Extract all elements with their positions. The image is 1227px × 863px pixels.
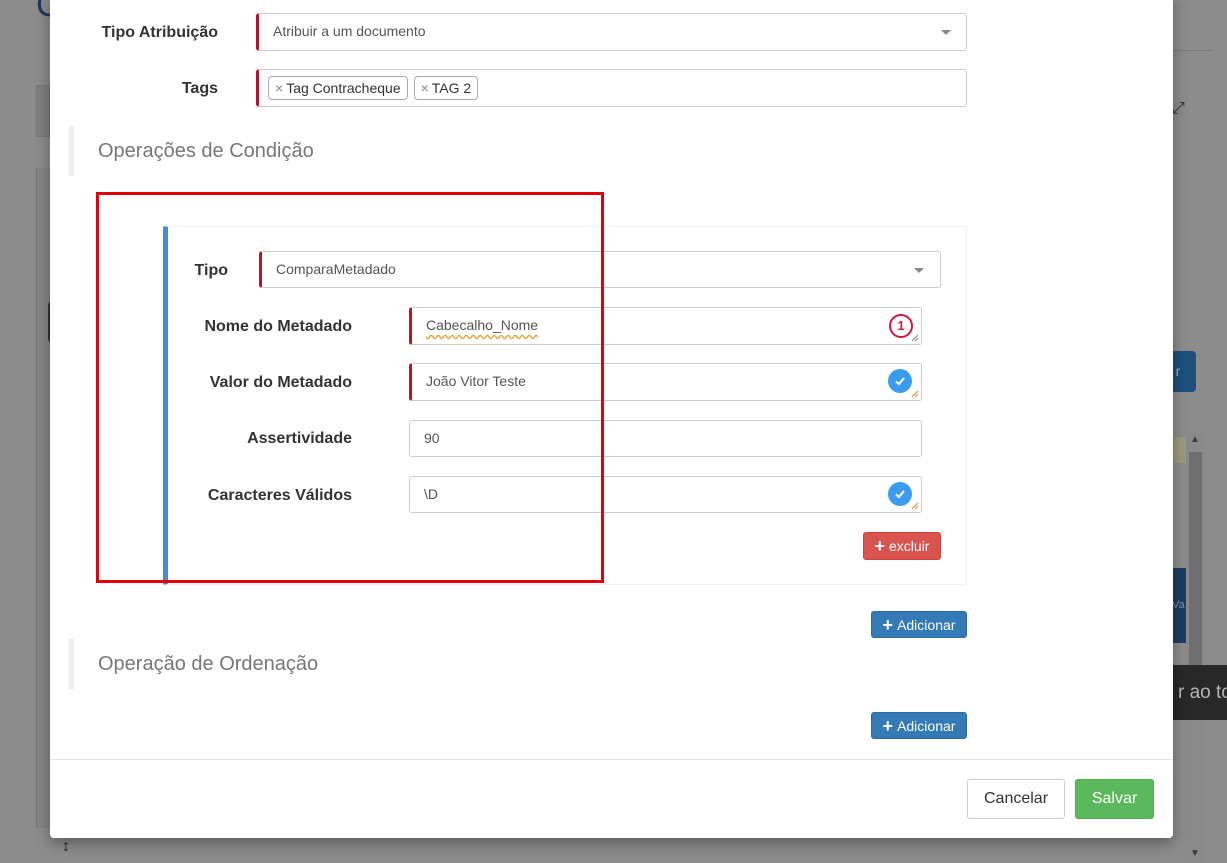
remove-tag-icon[interactable]: ×: [421, 80, 429, 96]
background-tooltip: r ao to: [1172, 665, 1227, 720]
save-button[interactable]: Salvar: [1075, 779, 1154, 819]
cancel-button[interactable]: Cancelar: [967, 779, 1065, 819]
sort-icon[interactable]: ↕: [62, 838, 70, 856]
modal-footer-divider: [50, 759, 1173, 760]
check-icon[interactable]: [888, 369, 912, 393]
delete-operation-button[interactable]: + excluir: [863, 532, 941, 560]
background-divider: [1172, 50, 1212, 51]
tag-chip-label: Tag Contracheque: [286, 80, 401, 96]
highlight-box: [96, 192, 604, 583]
chevron-down-icon[interactable]: [914, 268, 924, 273]
scroll-down-icon[interactable]: ▼: [1190, 848, 1200, 859]
add-condition-label: Adicionar: [897, 616, 956, 633]
plus-icon: +: [874, 536, 886, 556]
background-panel-edge: [36, 168, 50, 828]
background-blue-cell: Va: [1172, 568, 1186, 643]
tag-chip-label: TAG 2: [431, 80, 472, 96]
chevron-down-icon[interactable]: [941, 30, 951, 35]
expand-icon[interactable]: ⤢: [1172, 100, 1185, 118]
scroll-up-icon[interactable]: ▲: [1190, 434, 1200, 445]
background-panel-edge: [36, 85, 50, 137]
tags-label: Tags: [181, 80, 218, 97]
add-ordering-label: Adicionar: [897, 717, 956, 734]
remove-tag-icon[interactable]: ×: [275, 80, 283, 96]
plus-icon: +: [882, 715, 894, 736]
tags-input[interactable]: × Tag Contracheque × TAG 2: [256, 69, 967, 107]
background-badge: [1172, 437, 1186, 463]
background-scrollbar-thumb[interactable]: [1189, 452, 1202, 676]
tipo-atribuicao-value: Atribuir a um documento: [273, 23, 426, 39]
tipo-atribuicao-select[interactable]: Atribuir a um documento: [256, 13, 967, 51]
tipo-atribuicao-label: Tipo Atribuição: [101, 24, 218, 41]
delete-operation-label: excluir: [889, 538, 930, 554]
tag-chip: × Tag Contracheque: [268, 76, 408, 100]
tag-chip: × TAG 2: [413, 76, 479, 100]
check-icon[interactable]: [888, 482, 912, 506]
plus-icon: +: [882, 614, 894, 635]
add-condition-button[interactable]: + Adicionar: [871, 611, 967, 638]
add-ordering-button[interactable]: + Adicionar: [871, 712, 967, 739]
resize-handle-icon[interactable]: [911, 334, 919, 342]
resize-handle-icon[interactable]: [911, 390, 919, 398]
resize-handle-icon[interactable]: [911, 502, 919, 510]
condition-section-title: Operações de Condição: [69, 126, 967, 176]
ordering-section-title: Operação de Ordenação: [69, 639, 967, 689]
error-count-icon[interactable]: 1: [889, 314, 913, 338]
